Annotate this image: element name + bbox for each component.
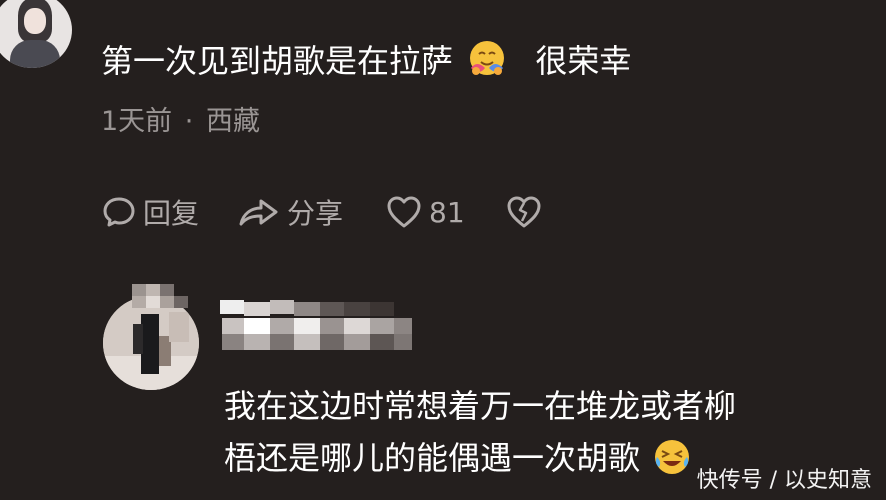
- reply-button[interactable]: 回复: [101, 192, 199, 232]
- share-arrow-icon: [239, 199, 278, 226]
- comment-location: 西藏: [205, 106, 260, 137]
- comment-text-tail: 很荣幸: [535, 42, 632, 80]
- blurred-username: [218, 298, 414, 354]
- reply-line-2-text: 梧还是哪儿的能偶遇一次胡歌: [224, 439, 641, 477]
- avatar-face: [24, 8, 46, 34]
- dislike-button[interactable]: [505, 194, 543, 230]
- like-count: 81: [429, 195, 465, 229]
- reply-line-1: 我在这边时常想着万一在堆龙或者柳: [224, 387, 737, 425]
- reply-label: 回复: [143, 197, 200, 230]
- share-button[interactable]: 分享: [237, 192, 343, 232]
- meta-separator: ·: [184, 106, 194, 137]
- crying-laughing-icon: [655, 440, 690, 474]
- comment-text-main: 第一次见到胡歌是在拉萨: [101, 42, 454, 80]
- broken-heart-icon: [507, 196, 541, 228]
- like-button[interactable]: 81: [385, 194, 465, 230]
- comment-text: 第一次见到胡歌是在拉萨 很荣幸: [101, 38, 631, 83]
- share-label: 分享: [287, 197, 344, 230]
- comment-time: 1天前: [101, 106, 173, 137]
- comment-actions: 回复 分享 81: [101, 190, 543, 234]
- commenter-avatar[interactable]: [0, 0, 72, 68]
- comment-meta: 1天前 · 西藏: [101, 104, 260, 140]
- avatar-body: [10, 40, 60, 68]
- mosaic-blur-patch: [132, 284, 188, 308]
- smiling-face-with-hearts-hug-icon: [470, 41, 505, 75]
- watermark: 快传号 / 以史知意: [696, 468, 872, 493]
- comment-bubble-icon: [103, 197, 135, 227]
- heart-icon: [387, 196, 421, 228]
